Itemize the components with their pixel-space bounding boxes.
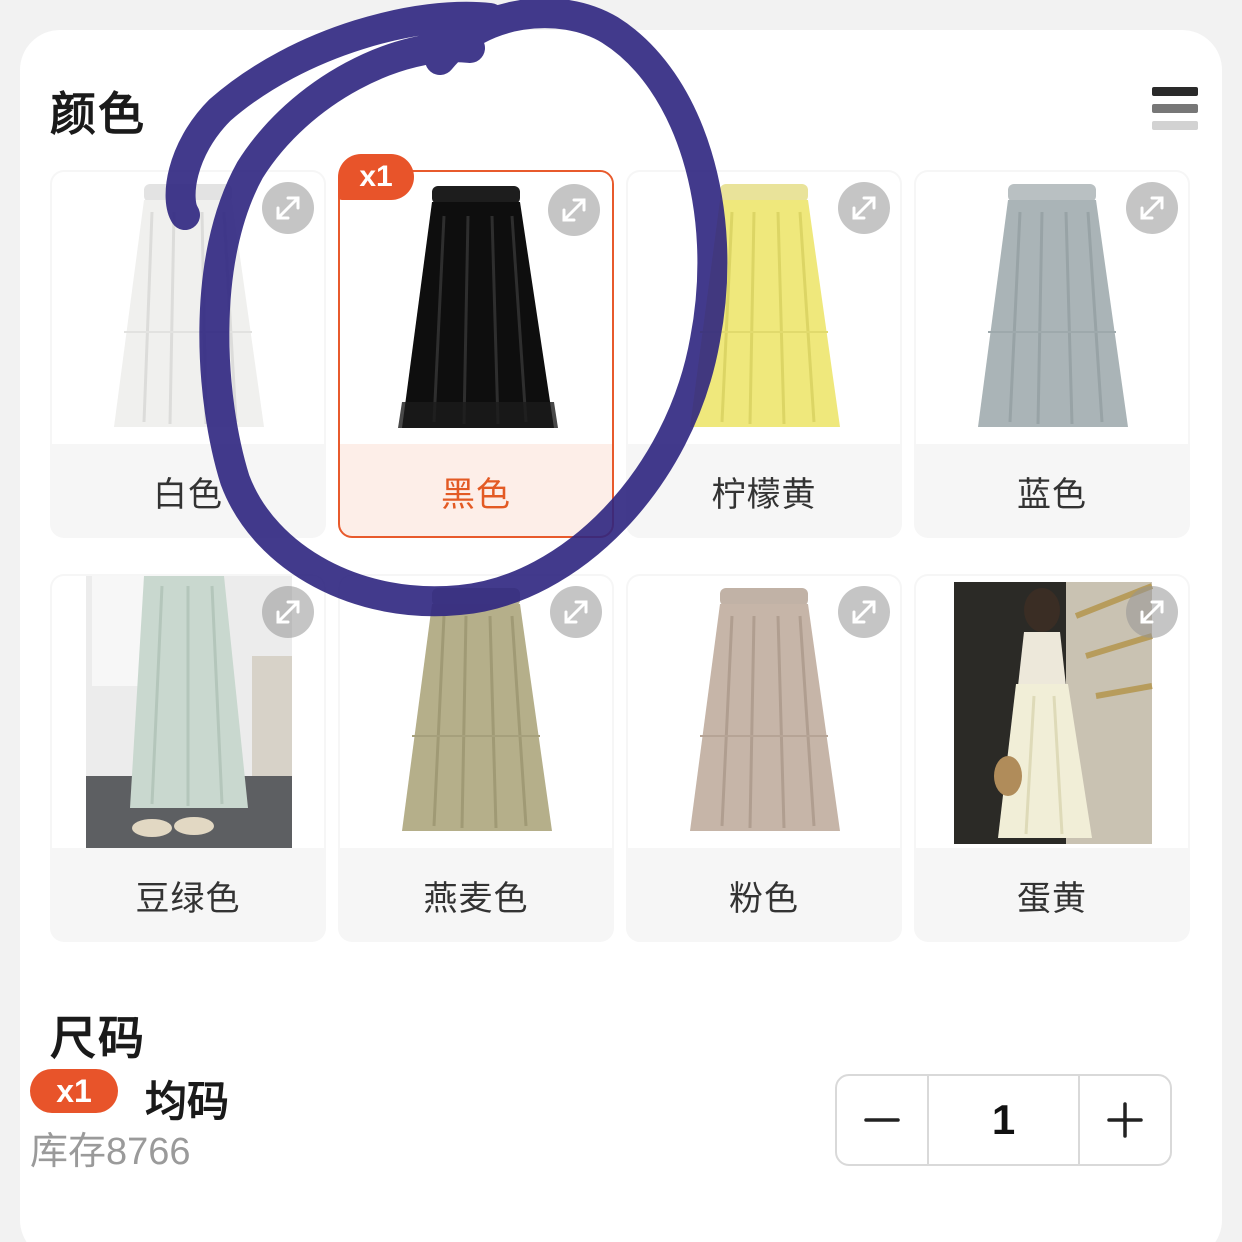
color-option-oat[interactable]: 燕麦色 xyxy=(338,574,614,942)
color-option-lemon-yellow[interactable]: 柠檬黄 xyxy=(626,170,902,538)
expand-icon[interactable] xyxy=(1126,586,1178,638)
color-option-label: 柠檬黄 xyxy=(711,474,817,515)
expand-icon[interactable] xyxy=(838,182,890,234)
expand-icon[interactable] xyxy=(838,586,890,638)
color-option-label: 燕麦色 xyxy=(423,878,529,919)
color-option-label: 黑色 xyxy=(441,474,511,515)
color-option-label: 豆绿色 xyxy=(135,878,241,919)
list-view-icon[interactable] xyxy=(1150,85,1200,135)
expand-icon[interactable] xyxy=(262,586,314,638)
expand-icon[interactable] xyxy=(262,182,314,234)
quantity-value[interactable]: 1 xyxy=(927,1076,1080,1164)
sku-selector-sheet: 颜色 白色 x1 黑色 柠檬黄 蓝色 豆绿色 燕麦色 粉色 蛋黄 尺码 xyxy=(20,30,1222,1242)
stock-label: 库存 xyxy=(30,1129,107,1173)
color-option-label: 蛋黄 xyxy=(1017,878,1087,919)
decrement-button[interactable] xyxy=(837,1076,927,1164)
expand-icon[interactable] xyxy=(550,586,602,638)
color-options-grid: 白色 x1 黑色 柠檬黄 蓝色 豆绿色 燕麦色 粉色 蛋黄 xyxy=(50,154,1192,942)
color-option-black[interactable]: x1 黑色 xyxy=(338,154,614,538)
stock-text: 库存8766 xyxy=(30,1120,191,1175)
quantity-stepper: 1 xyxy=(835,1074,1172,1166)
color-option-label: 白色 xyxy=(153,474,223,515)
stock-value: 8766 xyxy=(106,1131,191,1173)
color-section-title: 颜色 xyxy=(50,87,146,141)
increment-button[interactable] xyxy=(1080,1076,1170,1164)
minus-icon xyxy=(864,1118,900,1122)
size-section-title: 尺码 xyxy=(50,1011,146,1065)
color-option-white[interactable]: 白色 xyxy=(50,170,326,538)
color-option-egg-yellow[interactable]: 蛋黄 xyxy=(914,574,1190,942)
color-option-bean-green[interactable]: 豆绿色 xyxy=(50,574,326,942)
selected-count-badge: x1 xyxy=(338,154,414,200)
color-option-blue[interactable]: 蓝色 xyxy=(914,170,1190,538)
expand-icon[interactable] xyxy=(1126,182,1178,234)
plus-icon xyxy=(1107,1102,1143,1138)
expand-icon[interactable] xyxy=(548,184,600,236)
color-option-label: 蓝色 xyxy=(1017,474,1087,515)
color-option-pink[interactable]: 粉色 xyxy=(626,574,902,942)
size-count-badge: x1 xyxy=(30,1069,118,1113)
color-option-label: 粉色 xyxy=(729,878,799,919)
